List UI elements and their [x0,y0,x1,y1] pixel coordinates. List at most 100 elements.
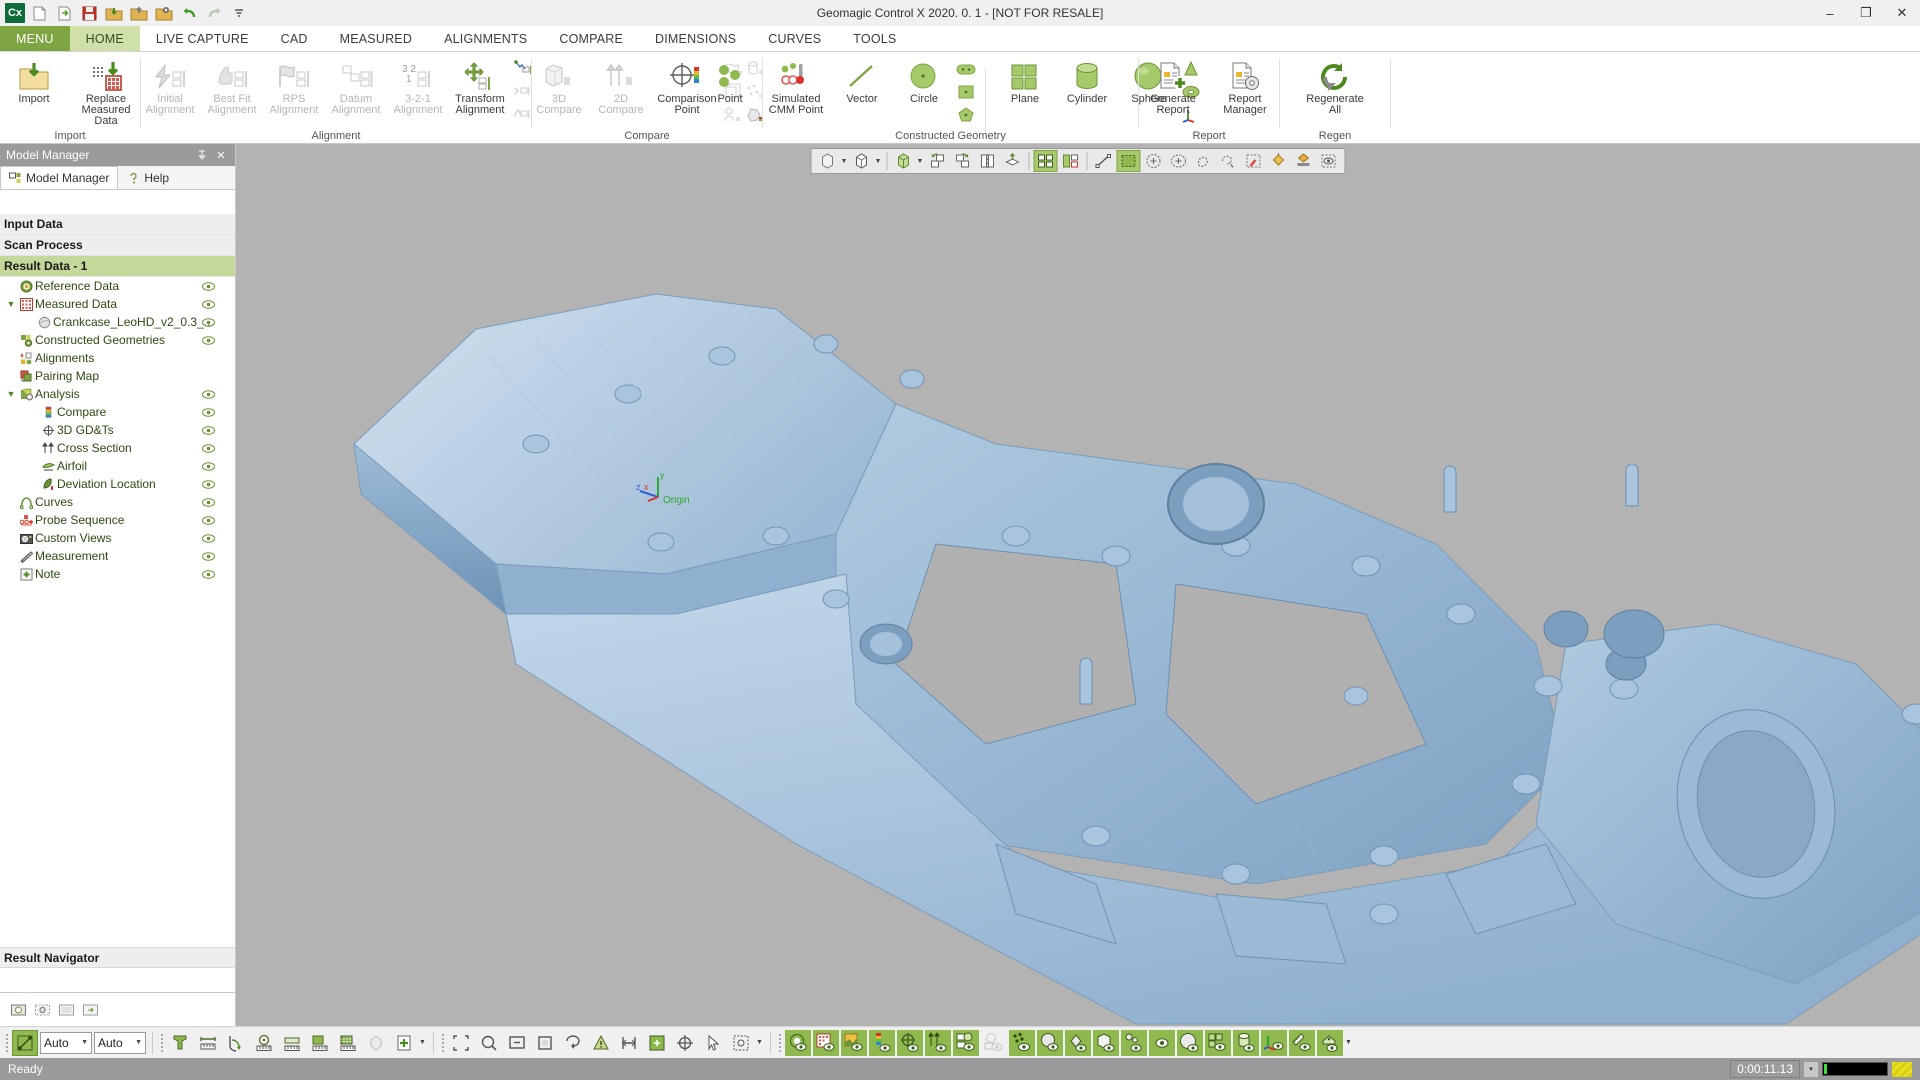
show-annotation-icon[interactable] [953,1029,979,1056]
freeform-select-icon[interactable] [1192,150,1216,172]
measure-distance-icon[interactable] [195,1030,221,1056]
tree-item-cross-section[interactable]: Cross Section [0,439,235,457]
circle-button[interactable]: Circle [893,56,955,105]
tree-item-deviation-location[interactable]: Deviation Location [0,475,235,493]
rotate-icon[interactable] [560,1030,586,1056]
open-folder-up-icon[interactable] [128,2,150,24]
show-texture-icon[interactable] [841,1029,867,1056]
pick-point-icon[interactable] [644,1030,670,1056]
3d-viewport[interactable]: ▼ ▼ ▼ y z x Origin [236,144,1920,1026]
ellipse-select-icon[interactable] [1167,150,1191,172]
show-datum-icon[interactable] [897,1029,923,1056]
tree-item-alignments[interactable]: Alignments [0,349,235,367]
visibility-eye-icon[interactable] [201,279,215,293]
tree-section-scan-process[interactable]: Scan Process [0,235,235,256]
measure-section-icon[interactable] [279,1030,305,1056]
tree-item-reference-data[interactable]: Reference Data [0,277,235,295]
chevron-down-icon[interactable]: ▼ [4,389,18,399]
warning-icon[interactable] [588,1030,614,1056]
plane-button[interactable]: Plane [994,56,1056,105]
line-select-icon[interactable] [1092,150,1116,172]
show-plane-icon[interactable] [1205,1029,1231,1056]
visibility-eye-icon[interactable] [201,459,215,473]
selection-filter-combo[interactable]: Auto ▼ [40,1031,92,1054]
show-mesh-icon[interactable] [1037,1029,1063,1056]
ribbon-tab-dimensions[interactable]: DIMENSIONS [639,26,752,51]
ribbon-tab-compare[interactable]: COMPARE [543,26,639,51]
capture-export-icon[interactable] [80,1000,100,1020]
chevron-down-icon[interactable]: ▼ [1345,1039,1353,1046]
tree-item-crankcase-mesh[interactable]: Crankcase_LeoHD_v2_0.3_... [0,313,235,331]
tab-model-manager[interactable]: Model Manager [0,166,119,189]
fill-select-icon[interactable] [1267,150,1291,172]
visible-only-select-icon[interactable] [1317,150,1341,172]
close-button[interactable]: ✕ [1884,0,1920,26]
show-dimension-icon[interactable] [925,1029,951,1056]
toolbar-grip[interactable] [159,1033,165,1053]
mirror-icon[interactable] [976,150,1000,172]
section-view-icon[interactable] [1001,150,1025,172]
show-reference-data-icon[interactable] [785,1029,811,1056]
visibility-eye-icon[interactable] [201,567,215,581]
tree-item-compare[interactable]: Compare [0,403,235,421]
open-folder-down-icon[interactable] [103,2,125,24]
view-preset-icon[interactable] [728,1030,754,1056]
paint-select-icon[interactable] [1242,150,1266,172]
chevron-down-icon[interactable]: ▼ [419,1039,427,1046]
model-tree[interactable]: Input Data Scan Process Result Data - 1 … [0,214,235,936]
new-document-icon[interactable] [28,2,50,24]
ribbon-tab-alignments[interactable]: ALIGNMENTS [428,26,543,51]
box-display-icon[interactable] [850,150,874,172]
vector-button[interactable]: Vector [831,56,893,105]
generate-report-button[interactable]: Generate Report [1138,56,1208,116]
show-poly-icon[interactable] [1065,1029,1091,1056]
bucket-select-icon[interactable] [1292,150,1316,172]
visibility-eye-icon[interactable] [201,495,215,509]
transform-alignment-button[interactable]: Transform Alignment [449,56,511,126]
simulated-cmm-point-button[interactable]: Simulated CMM Point [761,56,831,116]
cylinder-button[interactable]: Cylinder [1056,56,1118,105]
measure-span-icon[interactable] [616,1030,642,1056]
report-manager-button[interactable]: Report Manager [1210,56,1280,116]
flip-right-icon[interactable] [951,150,975,172]
crankcase-3d-model[interactable] [236,144,1920,1026]
zoom-icon[interactable] [504,1030,530,1056]
panel-pin-icon[interactable] [197,150,213,160]
regenerate-all-button[interactable]: Regenerate All [1300,56,1370,116]
result-navigator-header[interactable]: Result Navigator [0,947,235,968]
ribbon-tab-tools[interactable]: TOOLS [837,26,912,51]
point-button[interactable]: Point [699,56,761,105]
measure-radius-icon[interactable] [251,1030,277,1056]
ribbon-tab-home[interactable]: HOME [69,26,140,51]
tree-item-constructed-geometries[interactable]: Constructed Geometries [0,331,235,349]
show-features-icon[interactable] [1121,1029,1147,1056]
selection-mode-icon[interactable] [12,1029,38,1056]
measure-area-icon[interactable] [307,1030,333,1056]
chevron-down-icon[interactable]: ▼ [756,1039,764,1046]
rectangle-icon[interactable] [955,81,977,103]
tab-help[interactable]: Help [118,166,178,189]
box-display-caret-icon[interactable]: ▼ [875,158,883,165]
ribbon-tab-curves[interactable]: CURVES [752,26,837,51]
rectangle-select-icon[interactable] [1116,150,1141,172]
undo-icon[interactable] [178,2,200,24]
show-scale-icon[interactable] [1289,1029,1315,1056]
tree-item-pairing-map[interactable]: Pairing Map [0,367,235,385]
visibility-eye-icon[interactable] [201,513,215,527]
open-import-icon[interactable] [53,2,75,24]
crosshair-icon[interactable] [672,1030,698,1056]
tree-item-note[interactable]: Note [0,565,235,583]
visibility-eye-icon[interactable] [201,549,215,563]
tree-section-input-data[interactable]: Input Data [0,214,235,235]
visibility-eye-icon[interactable] [201,423,215,437]
customize-qat-icon[interactable] [228,2,250,24]
tree-item-airfoil[interactable]: Airfoil [0,457,235,475]
show-points-icon[interactable] [1009,1029,1035,1056]
circle-select-icon[interactable] [1142,150,1166,172]
shaded-display-icon[interactable] [816,150,840,172]
pointer-icon[interactable] [700,1030,726,1056]
tree-item-measured-data[interactable]: ▼ Measured Data [0,295,235,313]
visibility-eye-icon[interactable] [201,477,215,491]
flip-left-icon[interactable] [926,150,950,172]
ribbon-tab-menu[interactable]: MENU [0,26,70,51]
